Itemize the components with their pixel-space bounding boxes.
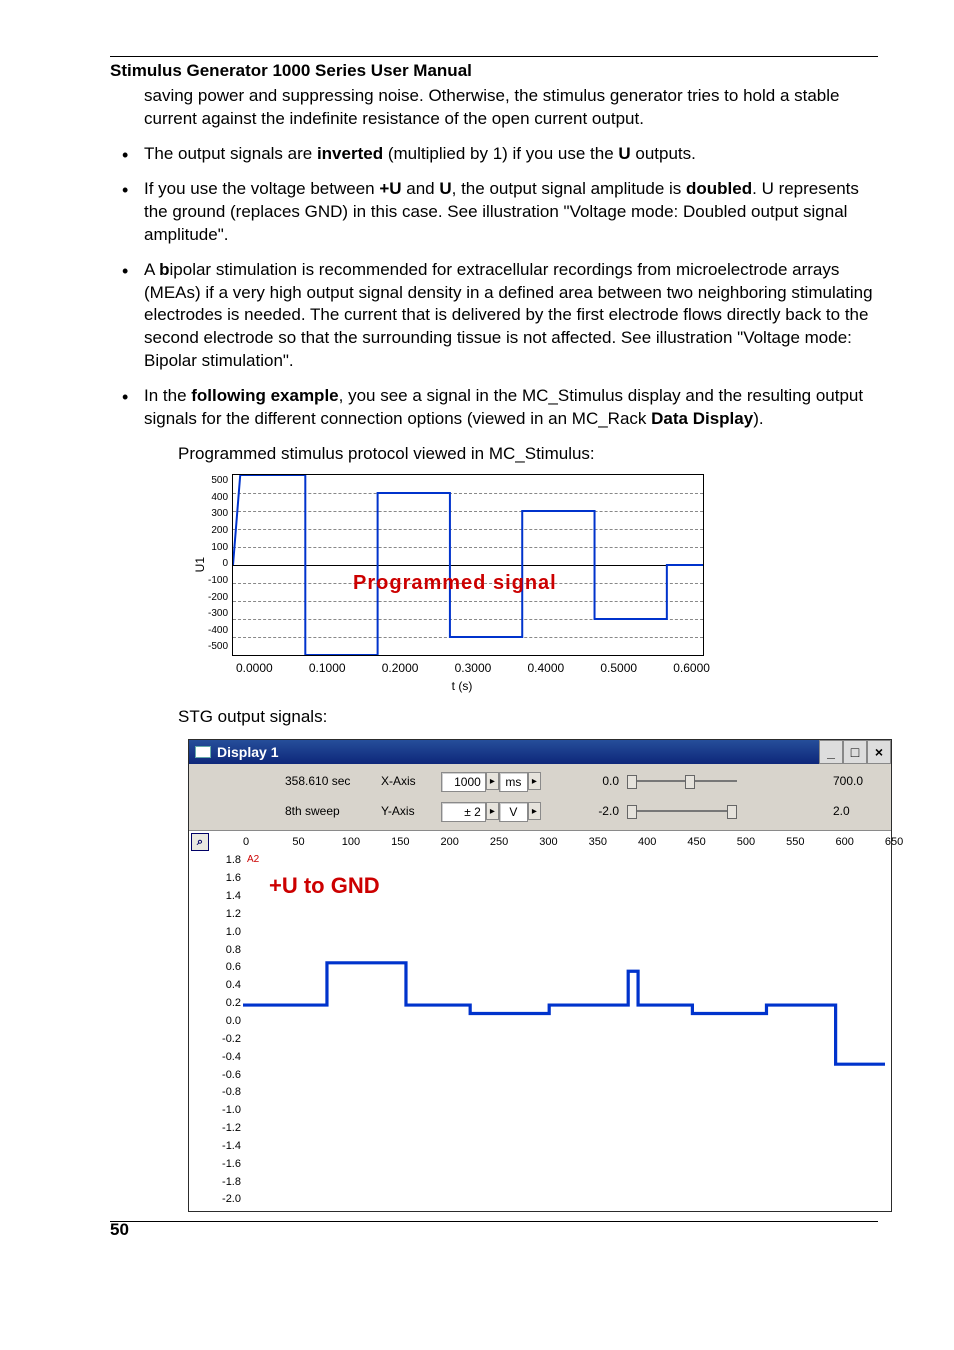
window-titlebar[interactable]: Display 1 _ □ ×: [189, 740, 891, 764]
plot-series: [243, 853, 885, 1174]
xaxis-range-slider[interactable]: [627, 774, 737, 788]
xaxis-span-unit[interactable]: ms: [499, 772, 528, 792]
bullet-list: The output signals are inverted (multipl…: [122, 143, 878, 431]
list-item: If you use the voltage between +U and U,…: [122, 178, 878, 247]
xaxis-label: X-Axis: [381, 773, 437, 789]
yaxis-label: Y-Axis: [381, 803, 437, 819]
chart1-yaxis-ticks: 500 400 300 200 100 0 -100 -200 -300 -40…: [208, 474, 232, 654]
page-title: Stimulus Generator 1000 Series User Manu…: [110, 60, 878, 83]
page-number: 50: [110, 1219, 129, 1242]
yaxis-span-value[interactable]: ± 2: [441, 802, 486, 822]
display1-toolbar: 358.610 sec X-Axis 1000 ▸ ms ▸ 0.0 700.0: [189, 764, 891, 831]
display1-window: Display 1 _ □ × 358.610 sec X-Axis 1000 …: [188, 739, 892, 1212]
app-icon: [195, 746, 211, 758]
chart1-annotation: Programmed signal: [353, 570, 557, 597]
list-item: In the following example, you see a sign…: [122, 385, 878, 431]
xaxis-range-hi: 700.0: [833, 773, 889, 789]
intro-continuation: saving power and suppressing noise. Othe…: [144, 85, 878, 131]
window-title: Display 1: [217, 743, 819, 762]
zoom-icon[interactable]: ⌕: [191, 833, 209, 851]
chart1-xaxis-ticks: 0.0000 0.1000 0.2000 0.3000 0.4000 0.500…: [236, 656, 710, 676]
plot-xaxis-ticks: 0 50 100 150 200 250 300 350 400 450 500…: [243, 835, 885, 855]
spin-arrow-icon[interactable]: ▸: [528, 772, 541, 790]
caption-stg-output: STG output signals:: [178, 706, 878, 729]
chart1-yaxis-label: U1: [192, 474, 208, 656]
yaxis-range-hi: 2.0: [833, 803, 889, 819]
chart1-series: [233, 475, 703, 655]
maximize-button[interactable]: □: [843, 740, 867, 764]
programmed-signal-chart: U1 500 400 300 200 100 0 -100 -200 -300 …: [192, 474, 732, 694]
xaxis-span-spinner[interactable]: 1000 ▸ ms ▸: [441, 772, 541, 790]
plot-yaxis-ticks: 1.8 1.6 1.4 1.2 1.0 0.8 0.6 0.4 0.2 0.0 …: [213, 853, 241, 1207]
yaxis-span-spinner[interactable]: ± 2 ▸ V ▸: [441, 802, 541, 820]
caption-programmed: Programmed stimulus protocol viewed in M…: [178, 443, 878, 466]
xaxis-range-lo: 0.0: [545, 773, 623, 789]
spin-arrow-icon[interactable]: ▸: [486, 772, 499, 790]
yaxis-range-lo: -2.0: [545, 803, 623, 819]
yaxis-range-slider[interactable]: [627, 804, 737, 818]
time-readout: 358.610 sec: [285, 773, 377, 789]
list-item: The output signals are inverted (multipl…: [122, 143, 878, 166]
display1-plot: ⌕ 0 50 100 150 200 250 300 350 400 450 5…: [189, 831, 891, 1211]
minimize-button[interactable]: _: [819, 740, 843, 764]
chart1-xaxis-label: t (s): [192, 678, 732, 694]
spin-arrow-icon[interactable]: ▸: [486, 802, 499, 820]
yaxis-span-unit[interactable]: V: [499, 802, 528, 822]
close-button[interactable]: ×: [867, 740, 891, 764]
sweep-readout: 8th sweep: [285, 803, 377, 819]
spin-arrow-icon[interactable]: ▸: [528, 802, 541, 820]
xaxis-span-value[interactable]: 1000: [441, 772, 486, 792]
list-item: A bipolar stimulation is recommended for…: [122, 259, 878, 374]
